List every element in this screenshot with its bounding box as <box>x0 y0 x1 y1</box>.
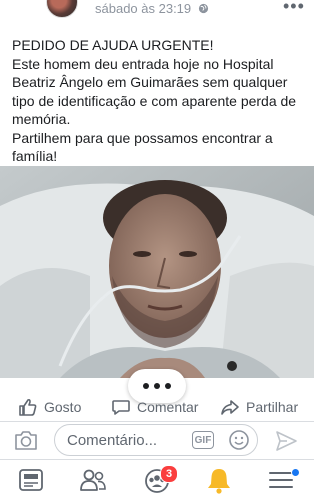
hospital-patient-photo <box>0 166 314 378</box>
like-button[interactable]: Gosto <box>18 394 81 420</box>
post-headline: PEDIDO DE AJUDA URGENTE! <box>12 37 214 53</box>
emoji-icon[interactable] <box>228 429 250 451</box>
bottom-tab-bar: 3 <box>0 460 314 500</box>
post-header: sábado às 23:19 ••• <box>0 0 314 20</box>
post-body: Este homem deu entrada hoje no Hospital … <box>12 55 297 128</box>
post-timestamp[interactable]: sábado às 23:19 <box>95 1 191 16</box>
news-feed-icon[interactable] <box>16 466 46 494</box>
dot <box>165 383 171 389</box>
send-icon[interactable] <box>274 430 298 452</box>
notifications-bell-icon[interactable] <box>204 466 234 494</box>
thumbs-up-icon <box>19 398 37 416</box>
comment-composer: GIF <box>0 422 314 458</box>
camera-icon[interactable] <box>14 429 38 451</box>
globe-icon <box>198 3 209 14</box>
comment-label: Comentar <box>137 399 199 415</box>
post-text: PEDIDO DE AJUDA URGENTE! Este homem deu … <box>12 36 310 166</box>
menu-notification-dot <box>291 468 300 477</box>
friends-icon[interactable] <box>78 466 108 494</box>
comment-button[interactable]: Comentar <box>111 394 198 420</box>
more-options-icon[interactable]: ••• <box>283 0 305 17</box>
share-icon <box>221 400 239 415</box>
dot <box>154 383 160 389</box>
share-button[interactable]: Partilhar <box>220 394 298 420</box>
avatar[interactable] <box>46 0 78 18</box>
post-photo[interactable] <box>0 166 314 378</box>
dot <box>143 383 149 389</box>
post-call-to-action: Partilhem para que possamos encontrar a … <box>12 129 273 165</box>
share-label: Partilhar <box>246 399 299 415</box>
post-action-bar: Gosto Comentar Partilhar <box>0 394 314 420</box>
gif-button[interactable]: GIF <box>192 431 214 449</box>
like-label: Gosto <box>44 399 82 415</box>
comment-icon <box>112 400 130 415</box>
groups-notification-badge: 3 <box>160 465 178 483</box>
